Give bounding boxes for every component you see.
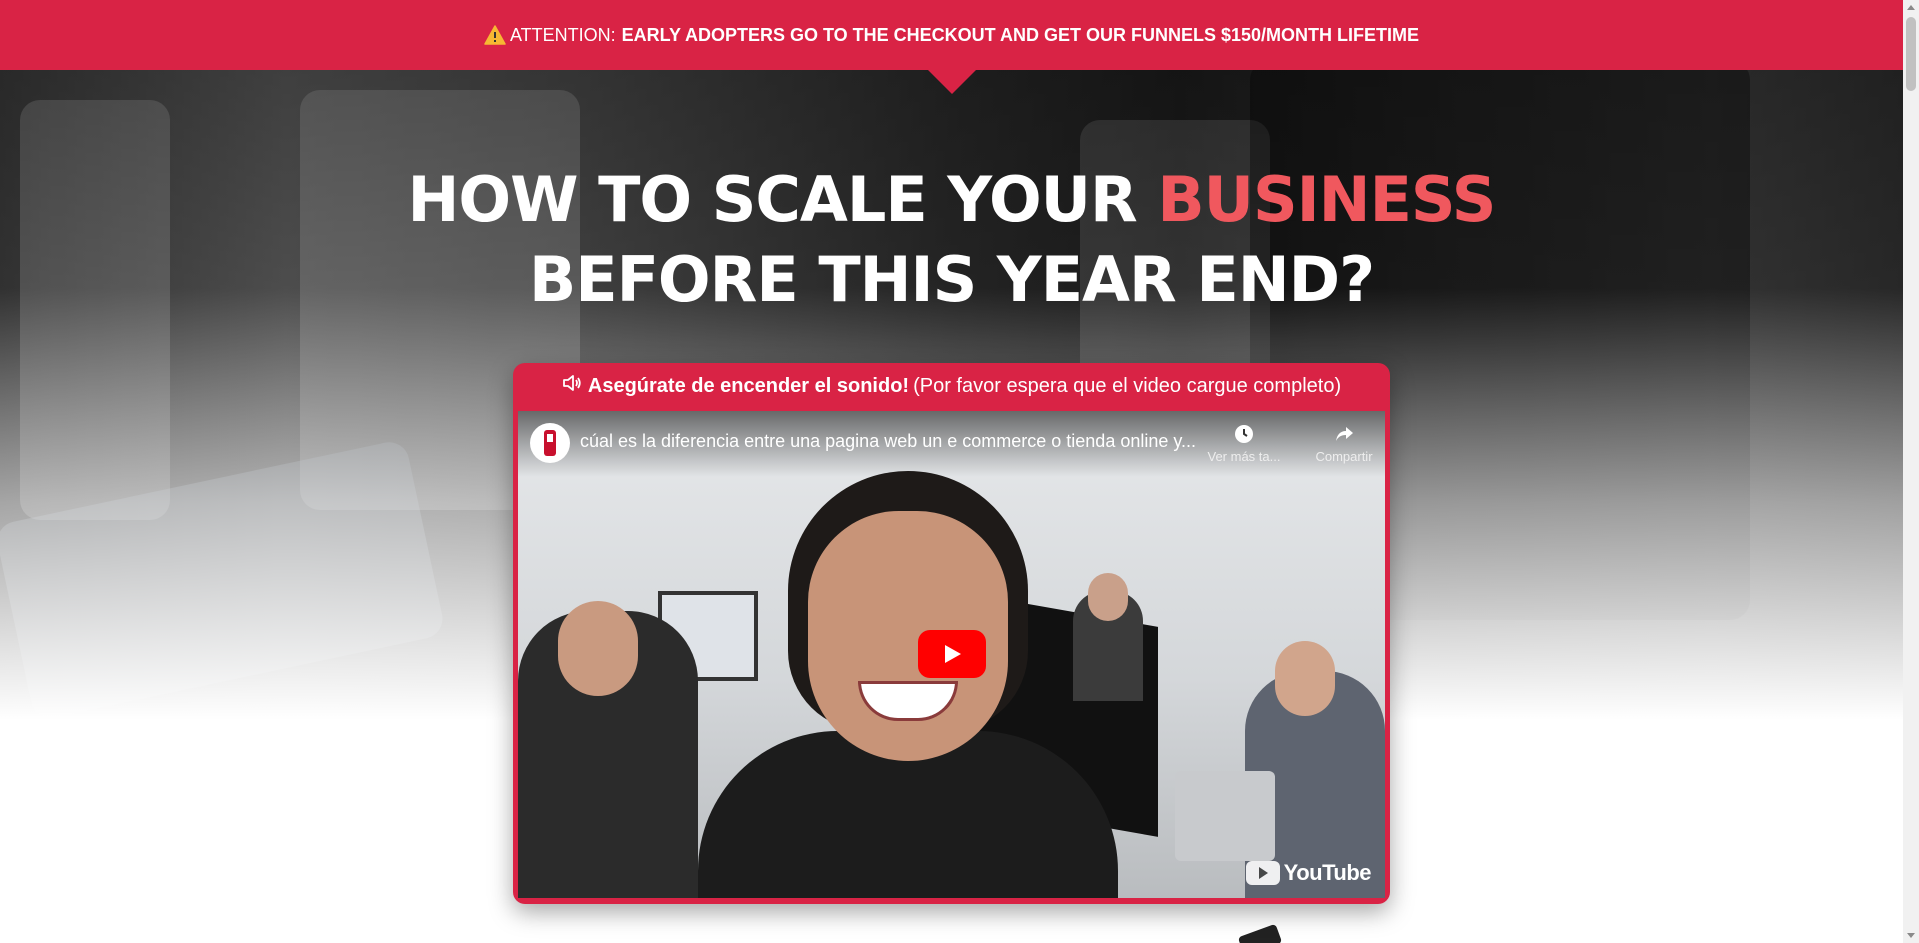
page-scrollbar[interactable] xyxy=(1903,0,1919,943)
share-button[interactable]: Compartir xyxy=(1304,423,1384,464)
sound-notice-bold: Asegúrate de encender el sonido! xyxy=(587,374,910,397)
headline-highlight: BUSINESS xyxy=(1157,163,1496,236)
headline-line2: BEFORE THIS YEAR END? xyxy=(528,243,1375,316)
channel-avatar[interactable] xyxy=(530,423,570,463)
headline-part1: HOW TO SCALE YOUR xyxy=(407,163,1138,236)
youtube-logo[interactable]: YouTube xyxy=(1245,860,1372,886)
attention-message[interactable]: EARLY ADOPTERS GO TO THE CHECKOUT AND GE… xyxy=(622,25,1419,46)
play-button[interactable] xyxy=(918,630,986,678)
attention-notch xyxy=(928,70,976,94)
attention-bar: ATTENTION: EARLY ADOPTERS GO TO THE CHEC… xyxy=(0,0,1903,70)
youtube-logo-text: YouTube xyxy=(1283,860,1372,885)
watch-later-label: Ver más ta... xyxy=(1207,449,1281,464)
warning-icon xyxy=(484,25,506,45)
decorative-shape xyxy=(1237,923,1283,943)
landing-page: ATTENTION: EARLY ADOPTERS GO TO THE CHEC… xyxy=(0,0,1903,943)
watch-later-button[interactable]: Ver más ta... xyxy=(1204,423,1284,464)
sound-notice: Asegúrate de encender el sonido! (Por fa… xyxy=(513,363,1390,409)
player-top-bar: cúal es la diferencia entre una pagina w… xyxy=(518,411,1385,477)
play-icon xyxy=(945,645,961,663)
youtube-player[interactable]: cúal es la diferencia entre una pagina w… xyxy=(518,411,1385,898)
youtube-logo-icon xyxy=(1245,861,1280,885)
scroll-up-arrow-icon[interactable] xyxy=(1907,5,1915,10)
share-label: Compartir xyxy=(1315,449,1373,464)
share-icon xyxy=(1333,423,1355,445)
scroll-down-arrow-icon[interactable] xyxy=(1907,933,1915,938)
clock-icon xyxy=(1233,423,1255,445)
speaker-icon xyxy=(562,374,582,398)
scrollbar-thumb[interactable] xyxy=(1906,17,1916,91)
attention-label: ATTENTION: xyxy=(509,24,616,45)
video-card: Asegúrate de encender el sonido! (Por fa… xyxy=(513,363,1390,904)
sound-notice-note: (Por favor espera que el video cargue co… xyxy=(913,374,1342,397)
page-headline: HOW TO SCALE YOUR BUSINESS BEFORE THIS Y… xyxy=(0,160,1903,320)
video-title[interactable]: cúal es la diferencia entre una pagina w… xyxy=(580,431,1200,452)
